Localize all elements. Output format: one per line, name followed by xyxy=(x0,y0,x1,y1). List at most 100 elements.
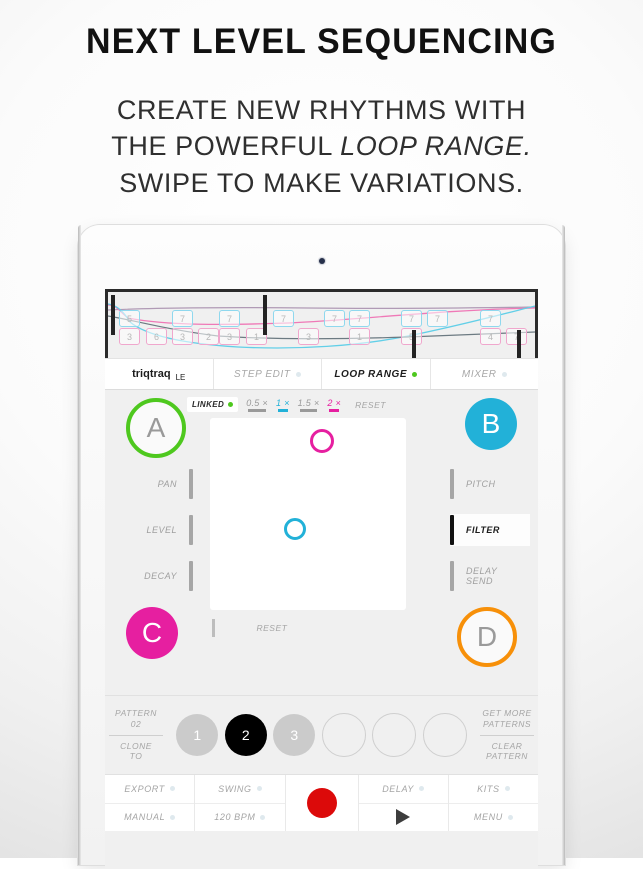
loop-marker-3[interactable] xyxy=(517,330,521,358)
pad-d-label: D xyxy=(476,621,498,652)
multiplier-1-5x-underline xyxy=(299,409,318,412)
xy-handle-magenta[interactable] xyxy=(310,429,334,453)
play-button[interactable] xyxy=(359,804,448,832)
clone-to-button[interactable]: CLONE TO xyxy=(105,741,167,762)
reset-pad-indicator xyxy=(212,619,215,637)
param-pan[interactable]: PAN xyxy=(113,468,193,500)
multiplier-1-5x[interactable]: 1.5 × xyxy=(298,398,320,412)
pad-c-label: C xyxy=(141,617,163,648)
param-delay-send-bar xyxy=(450,561,454,591)
pattern-right-divider xyxy=(480,734,534,736)
seq-step-cyan-0[interactable]: 5 xyxy=(119,310,140,327)
record-button[interactable] xyxy=(306,788,337,818)
param-decay[interactable]: DECAY xyxy=(113,560,193,592)
linked-toggle[interactable]: LINKED xyxy=(187,397,239,412)
manual-button[interactable]: MANUAL xyxy=(105,804,194,832)
pattern-slot-3[interactable]: 3 xyxy=(273,714,316,756)
seq-step-cyan-5[interactable]: 7 xyxy=(349,310,370,327)
pattern-left-col[interactable]: PATTERN 02 CLONE TO xyxy=(105,708,167,762)
subheadline-emphasis: LOOP RANGE. xyxy=(340,131,532,162)
seq-step-magenta-1[interactable]: 6 xyxy=(146,328,167,345)
multiplier-0-5x-label: 0.5 × xyxy=(246,397,268,408)
multiplier-0-5x[interactable]: 0.5 × xyxy=(246,398,268,412)
tab-loop-range[interactable]: LOOP RANGE xyxy=(322,359,431,389)
manual-label: MANUAL xyxy=(124,812,166,823)
app-brand-label: triqtraq xyxy=(132,368,171,380)
multiplier-0-5x-underline xyxy=(248,409,266,412)
loop-marker-0[interactable] xyxy=(111,295,115,335)
pattern-slot-5[interactable] xyxy=(372,713,417,757)
pattern-row[interactable]: PATTERN 02 CLONE TO 1 2 3 GET MORE PATTE… xyxy=(105,695,538,774)
param-delay-send[interactable]: DELAY SEND xyxy=(450,560,530,592)
seq-step-cyan-4[interactable]: 7 xyxy=(324,310,345,327)
menu-button[interactable]: MENU xyxy=(449,804,538,832)
pattern-slot-1[interactable]: 1 xyxy=(176,714,219,756)
seq-step-magenta-0[interactable]: 3 xyxy=(119,328,140,345)
tab-loop-range-status-dot xyxy=(412,371,418,377)
seq-step-cyan-6[interactable]: 7 xyxy=(401,310,422,327)
tab-triqtraq[interactable]: triqtraq LE xyxy=(105,359,214,389)
pattern-slot-6[interactable] xyxy=(422,713,467,757)
tab-mixer[interactable]: MIXER xyxy=(430,359,538,389)
seq-step-cyan-3[interactable]: 7 xyxy=(273,310,294,327)
get-more-patterns-button[interactable]: GET MORE PATTERNS xyxy=(476,708,538,729)
pad-d-button[interactable]: D xyxy=(457,607,517,667)
param-level[interactable]: LEVEL xyxy=(113,514,193,546)
kits-label: KITS xyxy=(477,783,500,794)
param-level-bar xyxy=(189,515,193,545)
sequencer-canvas[interactable]: 577777777 36323131547 xyxy=(108,292,535,358)
pattern-slot-list[interactable]: 1 2 3 xyxy=(167,713,476,757)
left-parameter-list[interactable]: PAN LEVEL DECAY xyxy=(113,468,193,606)
reset-multipliers-button[interactable]: RESET xyxy=(355,400,386,410)
seq-step-cyan-8[interactable]: 7 xyxy=(480,310,501,327)
multiplier-2x-underline xyxy=(329,409,340,412)
xy-handle-cyan[interactable] xyxy=(284,518,306,540)
pad-a-button[interactable]: A xyxy=(126,398,186,458)
pad-b-button[interactable]: B xyxy=(465,398,517,450)
reset-pad-button[interactable]: RESET xyxy=(257,623,288,633)
seq-step-magenta-4[interactable]: 3 xyxy=(219,328,240,345)
right-parameter-list[interactable]: PITCH FILTER DELAY SEND xyxy=(450,468,530,606)
seq-step-cyan-2[interactable]: 7 xyxy=(219,310,240,327)
reset-pad-row[interactable]: RESET xyxy=(210,618,406,638)
sequencer-overview[interactable]: 577777777 36323131547 xyxy=(105,289,538,358)
seq-step-magenta-2[interactable]: 3 xyxy=(172,328,193,345)
toolbar-col-record[interactable] xyxy=(286,775,359,831)
tab-step-edit[interactable]: STEP EDIT xyxy=(213,359,322,389)
bottom-toolbar[interactable]: EXPORT MANUAL SWING 120 BPM DELAY KITS M… xyxy=(105,774,538,831)
export-status-dot xyxy=(169,786,175,792)
loop-marker-1[interactable] xyxy=(263,295,267,335)
pattern-slot-4[interactable] xyxy=(321,713,366,757)
swing-button[interactable]: SWING xyxy=(195,775,285,804)
swing-label: SWING xyxy=(218,783,252,794)
multiplier-2x-label: 2 × xyxy=(327,397,342,408)
seq-step-magenta-3[interactable]: 2 xyxy=(198,328,219,345)
pattern-slot-2[interactable]: 2 xyxy=(224,714,267,756)
clear-pattern-button[interactable]: CLEAR PATTERN xyxy=(476,741,538,762)
multiplier-1x[interactable]: 1 × xyxy=(276,398,290,412)
seq-step-cyan-7[interactable]: 7 xyxy=(427,310,448,327)
seq-step-magenta-9[interactable]: 4 xyxy=(480,328,501,345)
headline-text: NEXT LEVEL SEQUENCING xyxy=(86,22,557,61)
multiplier-1x-label: 1 × xyxy=(275,397,290,408)
multiplier-2x[interactable]: 2 × xyxy=(327,398,341,412)
pattern-right-col[interactable]: GET MORE PATTERNS CLEAR PATTERN xyxy=(476,708,538,762)
xy-pad[interactable] xyxy=(210,418,406,610)
param-level-label: LEVEL xyxy=(146,524,177,535)
delay-button[interactable]: DELAY xyxy=(358,775,448,804)
param-filter[interactable]: FILTER xyxy=(450,514,530,546)
pad-c-button[interactable]: C xyxy=(126,607,178,659)
bpm-button[interactable]: 120 BPM xyxy=(195,804,284,832)
seq-step-cyan-1[interactable]: 7 xyxy=(172,310,193,327)
pad-a-label: A xyxy=(146,412,166,443)
pattern-slot-2-label: 2 xyxy=(241,727,250,743)
param-pitch[interactable]: PITCH xyxy=(450,468,530,500)
kits-button[interactable]: KITS xyxy=(448,775,538,804)
export-button[interactable]: EXPORT xyxy=(105,775,195,804)
tab-bar[interactable]: triqtraq LE STEP EDIT LOOP RANGE MIXER xyxy=(105,358,538,390)
multiplier-row[interactable]: LINKED 0.5 × 1 × 1.5 × 2 × RESET xyxy=(187,396,419,413)
seq-step-magenta-7[interactable]: 1 xyxy=(349,328,370,345)
seq-step-magenta-6[interactable]: 3 xyxy=(298,328,319,345)
param-filter-bar xyxy=(450,515,454,545)
loop-marker-2[interactable] xyxy=(412,330,416,358)
